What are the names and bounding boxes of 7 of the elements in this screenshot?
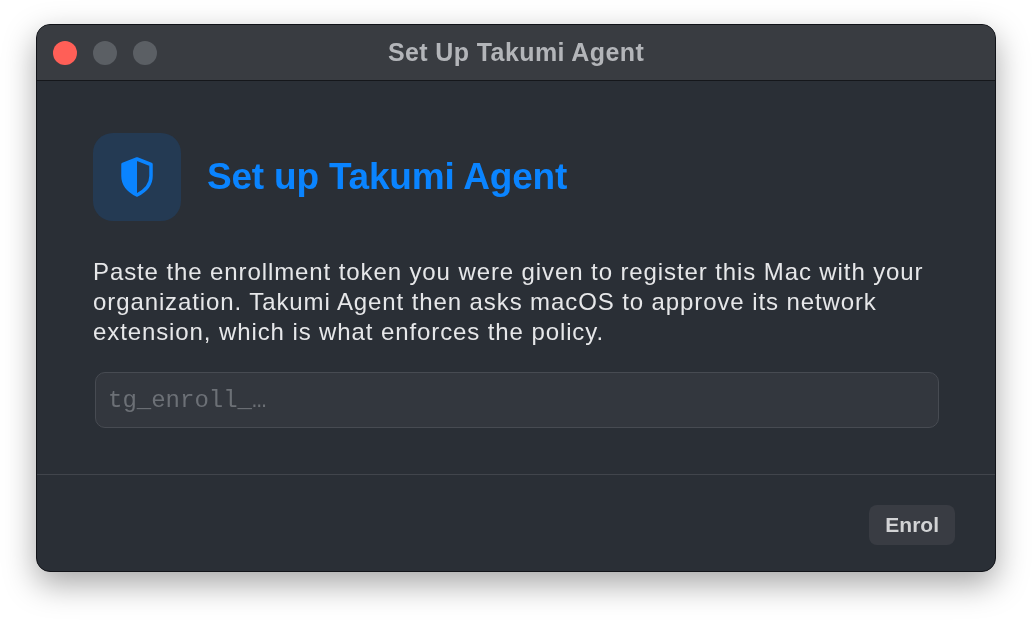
description-text: Paste the enrollment token you were given to register this Mac with your organization. Takumi Agent then asks macOS to approve its network extension, which is what enforces the policy. [93, 257, 925, 347]
close-button[interactable] [53, 40, 77, 65]
shield-icon [93, 133, 181, 221]
token-input-field[interactable]: tg_enroll_… [95, 372, 939, 428]
enrol-button[interactable]: Enrol [869, 505, 955, 545]
heading: Set up Takumi Agent [207, 155, 568, 200]
window-title: Set Up Takumi Agent [387, 36, 645, 68]
